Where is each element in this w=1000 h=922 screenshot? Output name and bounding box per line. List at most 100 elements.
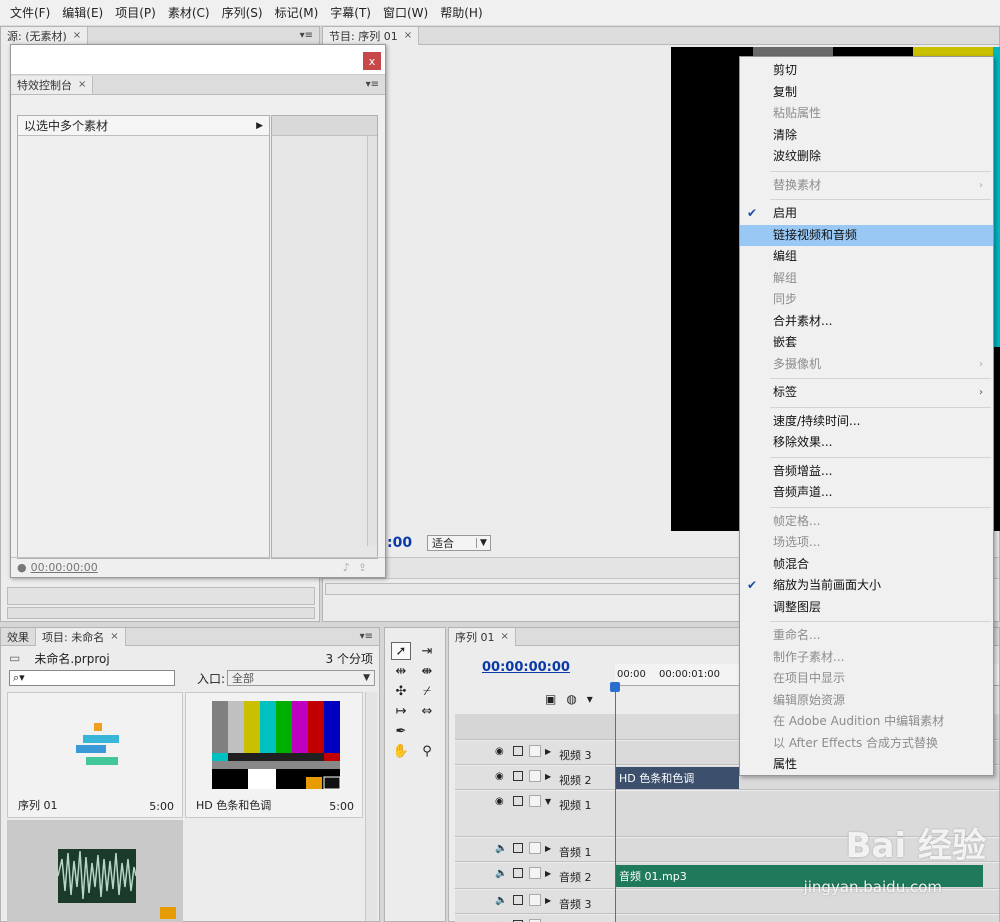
speaker-icon[interactable]: 🔈 [495, 843, 507, 854]
project-scrollbar[interactable] [365, 692, 377, 921]
track-select-tool-icon[interactable]: ⇥ [417, 642, 437, 660]
context-menu-item[interactable]: 移除效果... [740, 432, 993, 454]
expand-track-icon[interactable]: ▶ [545, 747, 551, 756]
razor-tool-icon[interactable]: ⌿ [417, 682, 437, 700]
menu-item[interactable]: 字幕(T) [324, 4, 377, 21]
menu-item[interactable]: 项目(P) [109, 4, 162, 21]
menu-item[interactable]: 序列(S) [216, 4, 269, 21]
search-icon[interactable]: ⌕▾ [13, 671, 25, 685]
sync-lock-icon[interactable] [513, 868, 523, 878]
track-lane[interactable] [615, 915, 999, 922]
context-menu-item[interactable]: ✔ 启用 [740, 203, 993, 225]
context-menu-item[interactable]: 剪切 [740, 60, 993, 82]
selection-tool-icon[interactable]: ➚ [391, 642, 411, 660]
eye-icon[interactable]: ◉ [495, 771, 504, 782]
context-menu-item[interactable]: 调整图层 [740, 597, 993, 619]
track-header[interactable]: ◉ ▶ 视频 2 [455, 766, 615, 790]
in-point-select[interactable]: 全部 ▼ [227, 670, 375, 686]
context-menu-item[interactable]: 波纹删除 [740, 146, 993, 168]
expand-track-icon[interactable]: ▼ [545, 797, 551, 806]
tab-effect-controls[interactable]: 特效控制台 × [11, 75, 94, 94]
close-icon[interactable]: × [404, 30, 412, 41]
footer-icons[interactable]: ♪⇪ [343, 561, 375, 574]
tab-sequence[interactable]: 序列 01 × [449, 627, 516, 646]
track-header[interactable]: 🔈▶音频 4 [455, 915, 615, 922]
expand-track-icon[interactable]: ▶ [545, 772, 551, 781]
expand-track-icon[interactable]: ▶ [545, 844, 551, 853]
effect-controls-scrollbar[interactable] [367, 136, 377, 546]
video-clip[interactable]: HD 色条和色调 [615, 767, 739, 789]
close-icon[interactable]: × [73, 30, 81, 41]
expand-track-icon[interactable]: ▶ [545, 869, 551, 878]
timeline-snap-tools[interactable]: ▣◍▾ [545, 692, 603, 706]
eye-icon[interactable]: ◉ [495, 796, 504, 807]
ripple-edit-tool-icon[interactable]: ⇹ [391, 662, 411, 680]
sync-lock-icon[interactable] [513, 796, 523, 806]
track-lock-toggle[interactable] [529, 894, 541, 906]
close-icon[interactable]: × [78, 79, 86, 90]
track-header[interactable]: 🔈 ▶ 音频 3 [455, 890, 615, 914]
track-header[interactable]: 🔈 ▶ 音频 1 [455, 838, 615, 862]
context-menu-item[interactable]: 标签 › [740, 382, 993, 404]
rolling-edit-tool-icon[interactable]: ⇼ [417, 662, 437, 680]
sync-lock-icon[interactable] [513, 746, 523, 756]
context-menu-item[interactable]: 属性 [740, 754, 993, 776]
track-lock-toggle[interactable] [529, 745, 541, 757]
panel-menu-icon[interactable]: ▾≡ [300, 30, 319, 41]
sync-lock-icon[interactable] [513, 843, 523, 853]
slide-tool-icon[interactable]: ⇔ [417, 702, 437, 720]
search-input[interactable]: ⌕▾ [9, 670, 175, 686]
eye-icon[interactable]: ◉ [495, 746, 504, 757]
effect-controls-message-row[interactable]: 以选中多个素材 ▶ [18, 116, 269, 136]
source-scrubber[interactable] [7, 587, 315, 605]
context-menu-item[interactable]: 链接视频和音频 [740, 224, 993, 246]
track-header[interactable]: 🔈 ▶ 音频 2 [455, 863, 615, 889]
track-lock-toggle[interactable] [529, 795, 541, 807]
project-item-sequence[interactable]: 序列 01 5:00 [7, 692, 183, 818]
close-icon[interactable]: × [501, 631, 509, 642]
tab-program[interactable]: 节目: 序列 01 × [323, 26, 420, 45]
playhead[interactable] [610, 682, 620, 692]
speaker-icon[interactable]: 🔈 [495, 895, 507, 906]
pen-tool-icon[interactable]: ✒ [391, 722, 411, 740]
track-header[interactable]: ◉ ▼ 视频 1 [455, 791, 615, 837]
sync-lock-icon[interactable] [513, 771, 523, 781]
zoom-tool-icon[interactable]: ⚲ [417, 742, 437, 760]
menu-item[interactable]: 帮助(H) [434, 4, 488, 21]
speaker-icon[interactable]: 🔈 [495, 868, 507, 879]
program-timecode[interactable]: :00 [387, 535, 412, 551]
menu-item[interactable]: 素材(C) [162, 4, 216, 21]
play-arrow-icon[interactable]: ▶ [256, 121, 263, 131]
track-header[interactable]: ◉ ▶ 视频 3 [455, 741, 615, 765]
slip-tool-icon[interactable]: ↦ [391, 702, 411, 720]
menu-item[interactable]: 窗口(W) [377, 4, 434, 21]
expand-track-icon[interactable]: ▶ [545, 896, 551, 905]
close-icon[interactable]: × [110, 631, 118, 642]
tab-project[interactable]: 项目: 未命名 × [36, 627, 126, 646]
menu-item[interactable]: 文件(F) [4, 4, 56, 21]
menu-item[interactable]: 编辑(E) [56, 4, 109, 21]
context-menu-item[interactable]: 编组 [740, 246, 993, 268]
context-menu-item[interactable]: 合并素材... [740, 311, 993, 333]
track-lock-toggle[interactable] [529, 867, 541, 879]
project-item-audio[interactable] [7, 820, 183, 922]
tab-source[interactable]: 源: (无素材) × [1, 26, 89, 45]
context-menu-item[interactable]: 清除 [740, 125, 993, 147]
sync-lock-icon[interactable] [513, 895, 523, 905]
project-item-color-bars[interactable]: HD 色条和色调 5:00 [185, 692, 363, 818]
source-scrollbar[interactable] [7, 607, 315, 619]
context-menu-item[interactable]: ✔ 缩放为当前画面大小 [740, 575, 993, 597]
context-menu-item[interactable]: 音频声道... [740, 482, 993, 504]
context-menu-item[interactable]: 音频增益... [740, 461, 993, 483]
context-menu-item[interactable]: 嵌套 [740, 332, 993, 354]
effect-controls-titlebar[interactable]: x [11, 45, 385, 75]
effect-controls-timecode[interactable]: 00:00:00:00 [31, 561, 98, 574]
rate-stretch-tool-icon[interactable]: ✣ [391, 682, 411, 700]
menu-item[interactable]: 标记(M) [269, 4, 325, 21]
panel-menu-icon[interactable]: ▾≡ [366, 79, 385, 90]
context-menu-item[interactable]: 速度/持续时间... [740, 411, 993, 433]
fit-dropdown[interactable]: 适合 ▼ [427, 535, 491, 551]
context-menu-item[interactable]: 帧混合 [740, 554, 993, 576]
track-lock-toggle[interactable] [529, 842, 541, 854]
panel-menu-icon[interactable]: ▾≡ [360, 631, 379, 642]
